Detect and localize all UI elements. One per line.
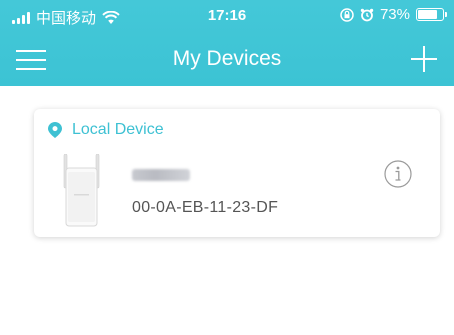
alarm-clock-icon — [360, 8, 374, 21]
device-card[interactable]: Local Device 00-0A-EB-11-23-DF — [34, 109, 440, 237]
range-extender-image — [63, 154, 100, 227]
status-bar: 中国移动 17:16 73% — [0, 0, 454, 32]
status-right: 73% — [340, 6, 447, 23]
app-header: 中国移动 17:16 73% My Devices — [0, 0, 454, 86]
plus-icon — [411, 46, 437, 72]
section-label: Local Device — [72, 121, 164, 138]
info-icon — [384, 160, 412, 188]
nav-bar: My Devices — [0, 34, 454, 86]
battery-fill — [418, 10, 437, 19]
card-header: Local Device — [48, 121, 164, 139]
device-info-button[interactable] — [383, 159, 413, 189]
orientation-lock-icon — [340, 7, 354, 22]
add-device-button[interactable] — [410, 44, 438, 74]
device-name-redacted — [132, 169, 190, 181]
location-pin-icon — [48, 122, 62, 138]
battery-percent: 73% — [379, 6, 410, 23]
page-title: My Devices — [172, 47, 282, 70]
battery-icon — [416, 8, 447, 21]
device-mac-address: 00-0A-EB-11-23-DF — [132, 199, 279, 216]
